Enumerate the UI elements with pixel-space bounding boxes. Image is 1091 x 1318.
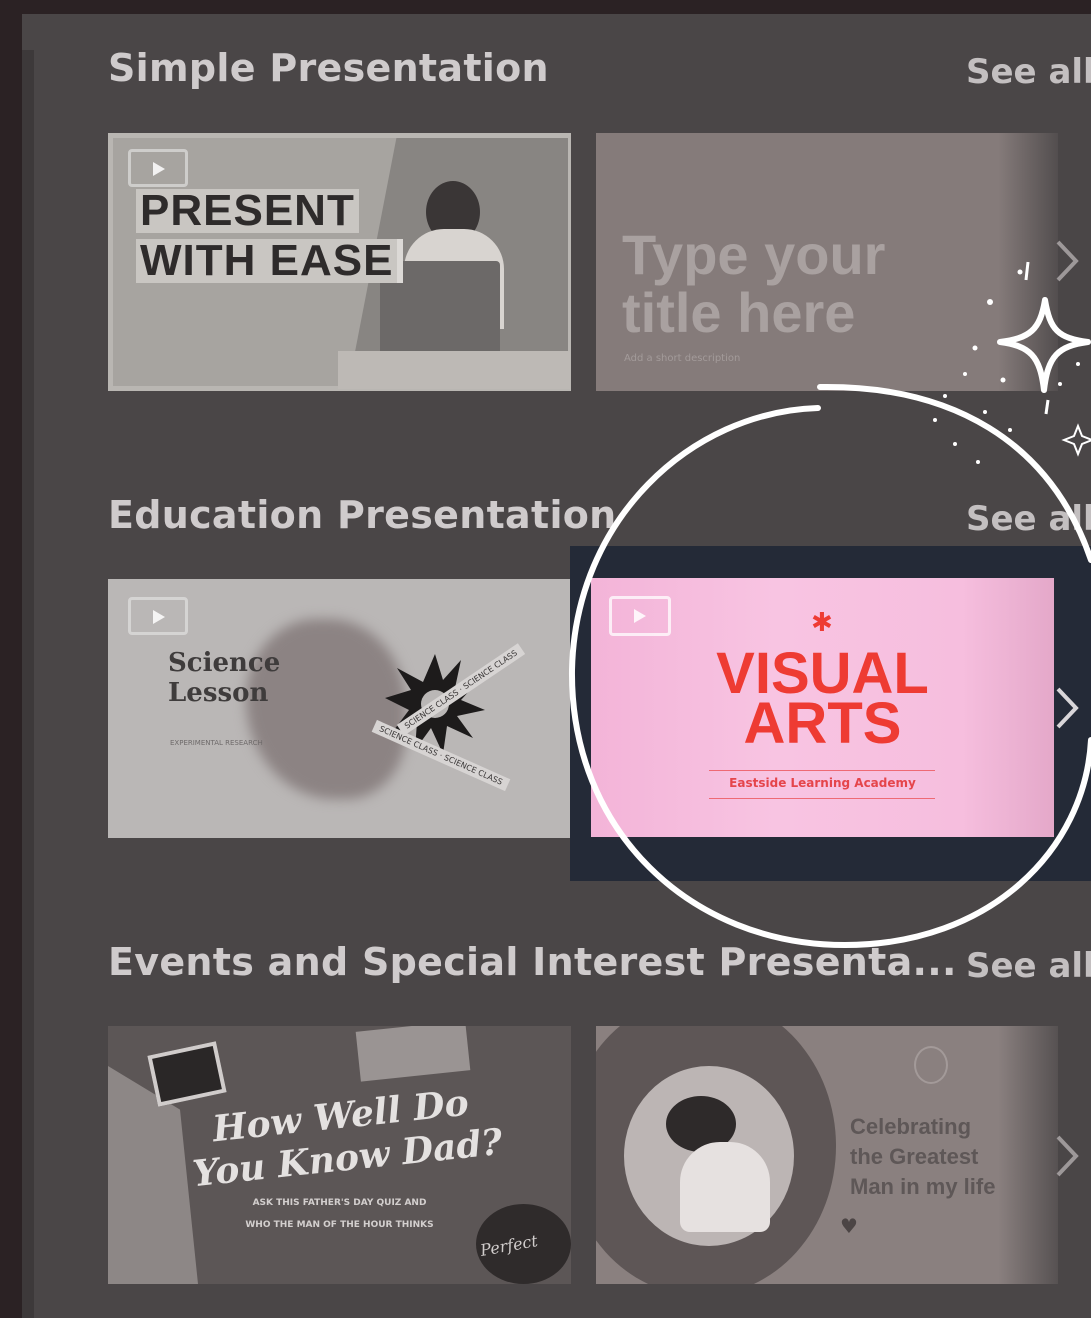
template-card-celebrating[interactable]: Celebrating the Greatest Man in my life …: [596, 1026, 1058, 1284]
card-heading-line2: the Greatest: [850, 1144, 979, 1169]
card-heading-line1: Celebrating: [850, 1114, 972, 1139]
card-heading-line3: Man in my life: [850, 1174, 996, 1199]
template-card-know-dad[interactable]: How Well Do You Know Dad? ASK THIS FATHE…: [108, 1026, 571, 1284]
person-shirt: [680, 1142, 770, 1232]
chevron-right-icon[interactable]: [1052, 1131, 1082, 1181]
fade-edge: [998, 1026, 1058, 1284]
outline-sketch: [914, 1046, 948, 1084]
section-title-events: Events and Special Interest Presenta...: [108, 940, 957, 984]
camera-photo: [147, 1041, 227, 1107]
heart-icon: ♥: [840, 1214, 858, 1238]
see-all-link-events[interactable]: See all: [966, 946, 1091, 986]
collage-top: [355, 1026, 471, 1082]
sparkle-icon: [933, 261, 1091, 464]
card-subtitle-1: ASK THIS FATHER'S DAY QUIZ AND: [252, 1198, 427, 1208]
highlight-circle: [568, 383, 1091, 949]
